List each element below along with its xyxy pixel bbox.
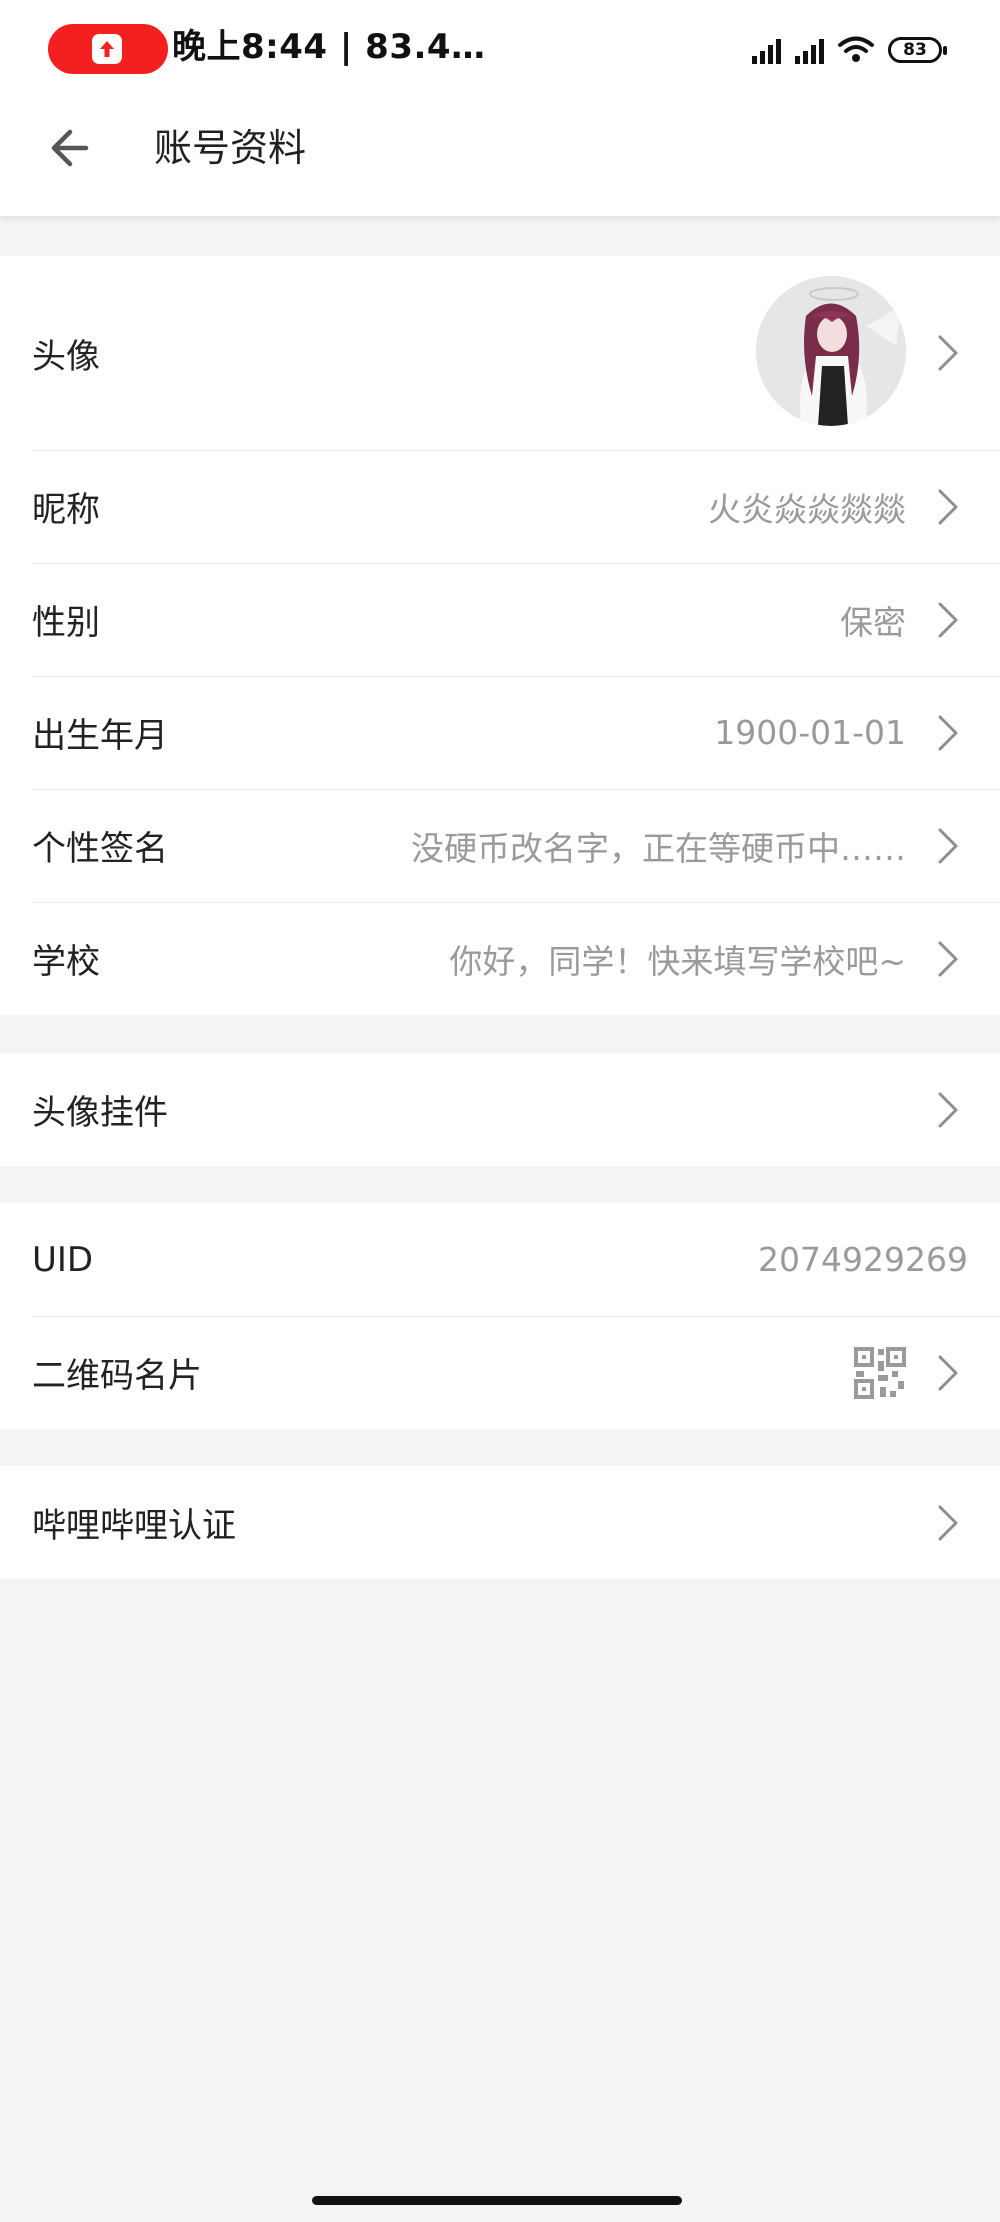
birthday-row[interactable]: 出生年月 1900-01-01 <box>0 676 1000 789</box>
wifi-icon <box>838 36 874 62</box>
chevron-right-icon <box>938 1355 958 1390</box>
signature-row[interactable]: 个性签名 没硬币改名字，正在等硬币中…… <box>0 789 1000 902</box>
app-header: 账号资料 <box>0 98 1000 216</box>
chevron-right-icon <box>938 489 958 524</box>
verification-group: 哔哩哔哩认证 <box>0 1466 1000 1579</box>
row-label: 性别 <box>32 603 100 643</box>
chevron-right-icon <box>938 715 958 750</box>
qr-card-row[interactable]: 二维码名片 <box>0 1316 1000 1429</box>
row-label: 头像挂件 <box>32 1093 168 1133</box>
row-label: 二维码名片 <box>32 1356 202 1396</box>
signal-icon <box>752 36 781 64</box>
avatar <box>756 276 906 426</box>
page-title: 账号资料 <box>154 126 307 170</box>
row-label: 出生年月 <box>32 716 168 756</box>
id-group: UID 2074929269 二维码名片 <box>0 1203 1000 1429</box>
chevron-right-icon <box>938 1505 958 1540</box>
upload-icon <box>92 34 122 64</box>
qr-code-icon <box>854 1346 906 1399</box>
avatar-image <box>756 276 906 426</box>
avatar-pendant-row[interactable]: 头像挂件 <box>0 1053 1000 1166</box>
school-row[interactable]: 学校 你好，同学！快来填写学校吧~ <box>0 902 1000 1015</box>
status-icons: 83 <box>752 28 947 72</box>
chevron-right-icon <box>938 941 958 976</box>
pendant-group: 头像挂件 <box>0 1053 1000 1166</box>
row-label: 个性签名 <box>32 829 168 869</box>
screen-record-indicator[interactable] <box>48 24 168 74</box>
row-label: UID <box>32 1239 94 1280</box>
arrow-left-icon[interactable] <box>44 120 100 176</box>
chevron-right-icon <box>938 828 958 863</box>
battery-icon: 83 <box>888 37 947 63</box>
birthday-value: 1900-01-01 <box>714 713 906 752</box>
row-label: 哔哩哔哩认证 <box>32 1506 236 1546</box>
gender-value: 保密 <box>840 602 906 642</box>
nickname-value: 火炎焱焱燚燚 <box>708 489 906 529</box>
signature-value: 没硬币改名字，正在等硬币中…… <box>411 828 906 868</box>
avatar-row[interactable]: 头像 <box>0 256 1000 450</box>
home-indicator[interactable] <box>312 2196 682 2205</box>
row-label: 昵称 <box>32 490 100 530</box>
uid-value: 2074929269 <box>758 1240 968 1279</box>
bilibili-verification-row[interactable]: 哔哩哔哩认证 <box>0 1466 1000 1579</box>
uid-row: UID 2074929269 <box>0 1203 1000 1316</box>
gender-row[interactable]: 性别 保密 <box>0 563 1000 676</box>
row-label: 头像 <box>32 336 100 377</box>
profile-settings-group: 头像 昵称 火炎焱焱燚燚 性别 保密 出生年月 1900-01-01 个性签名 … <box>0 256 1000 1015</box>
school-value: 你好，同学！快来填写学校吧~ <box>449 941 906 981</box>
nickname-row[interactable]: 昵称 火炎焱焱燚燚 <box>0 450 1000 563</box>
status-time: 晚上8:44 | 83.4… <box>172 27 486 67</box>
chevron-right-icon <box>938 335 958 371</box>
row-label: 学校 <box>32 942 100 982</box>
chevron-right-icon <box>938 602 958 637</box>
status-bar: 晚上8:44 | 83.4… 83 <box>0 0 1000 98</box>
signal-icon <box>795 36 824 64</box>
chevron-right-icon <box>938 1092 958 1127</box>
